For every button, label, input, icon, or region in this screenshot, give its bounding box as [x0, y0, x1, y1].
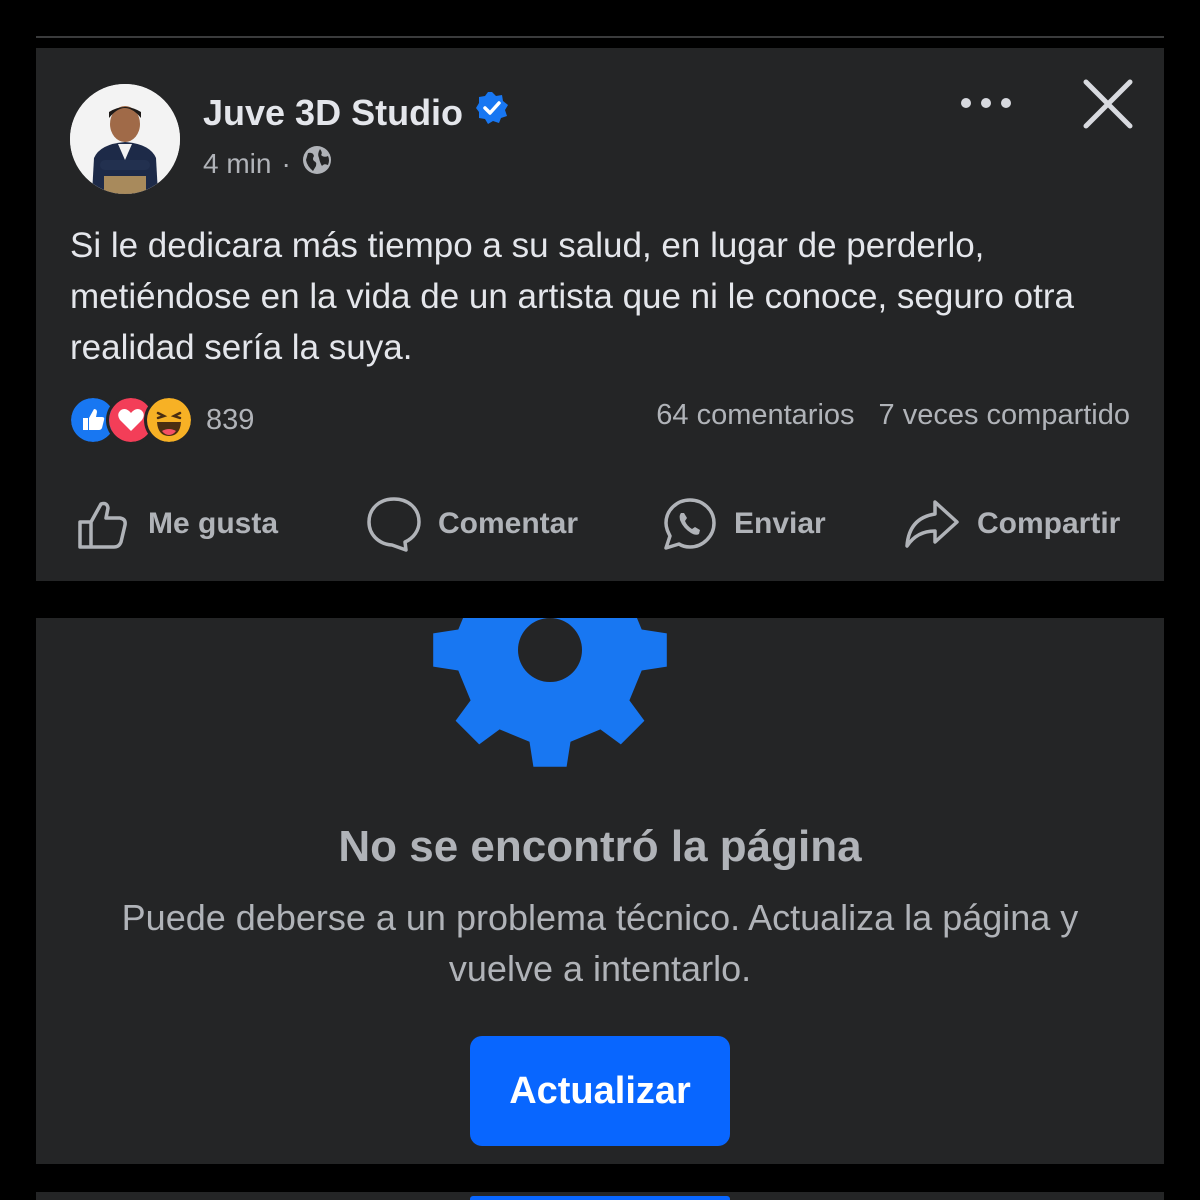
next-card-edge — [36, 1192, 1164, 1200]
error-description: Puede deberse a un problema técnico. Act… — [121, 897, 1079, 989]
post-stats: 64 comentarios 7 veces compartido — [656, 399, 1130, 432]
comment-button[interactable]: Comentar — [366, 494, 578, 554]
globe-icon — [301, 144, 333, 183]
like-icon — [78, 501, 127, 549]
avatar[interactable] — [70, 84, 180, 194]
error-card: No se encontró la página Puede deberse a… — [36, 618, 1164, 1164]
like-button[interactable]: Me gusta — [76, 494, 278, 554]
shares-count[interactable]: 7 veces compartido — [879, 399, 1130, 432]
button-edge — [470, 1196, 730, 1200]
refresh-button[interactable]: Actualizar — [470, 1036, 730, 1146]
author-name[interactable]: Juve 3D Studio — [203, 91, 509, 134]
comment-label: Comentar — [438, 507, 579, 540]
author-label: Juve 3D Studio — [203, 91, 464, 133]
action-bar: Me gusta Comentar Enviar Compartir — [36, 494, 1164, 554]
post-text: Si le dedicara más tiempo a su salud, en… — [70, 226, 1074, 367]
comment-icon — [367, 497, 421, 552]
like-label: Me gusta — [148, 507, 279, 540]
share-label: Compartir — [977, 507, 1121, 540]
haha-reaction-icon — [144, 395, 194, 445]
whatsapp-icon — [664, 498, 716, 550]
verified-badge-icon — [475, 91, 509, 134]
error-title: No se encontró la página — [338, 822, 862, 871]
share-button[interactable]: Compartir — [903, 494, 1120, 554]
comments-count[interactable]: 64 comentarios — [656, 399, 854, 432]
share-icon — [905, 500, 959, 548]
reactions-summary[interactable]: 839 — [68, 395, 254, 445]
post-time[interactable]: 4 min — [203, 148, 271, 180]
post-card: Juve 3D Studio 4 min · Si le dedicara má… — [36, 36, 1164, 581]
post-meta: 4 min · — [203, 144, 333, 183]
meta-separator: · — [281, 147, 291, 179]
close-icon[interactable] — [1082, 78, 1134, 130]
reaction-count: 839 — [206, 403, 255, 436]
divider — [36, 36, 1164, 38]
more-options-icon[interactable] — [958, 88, 1014, 118]
gear-icon — [433, 618, 667, 767]
send-label: Enviar — [734, 507, 826, 540]
send-button[interactable]: Enviar — [662, 494, 826, 554]
